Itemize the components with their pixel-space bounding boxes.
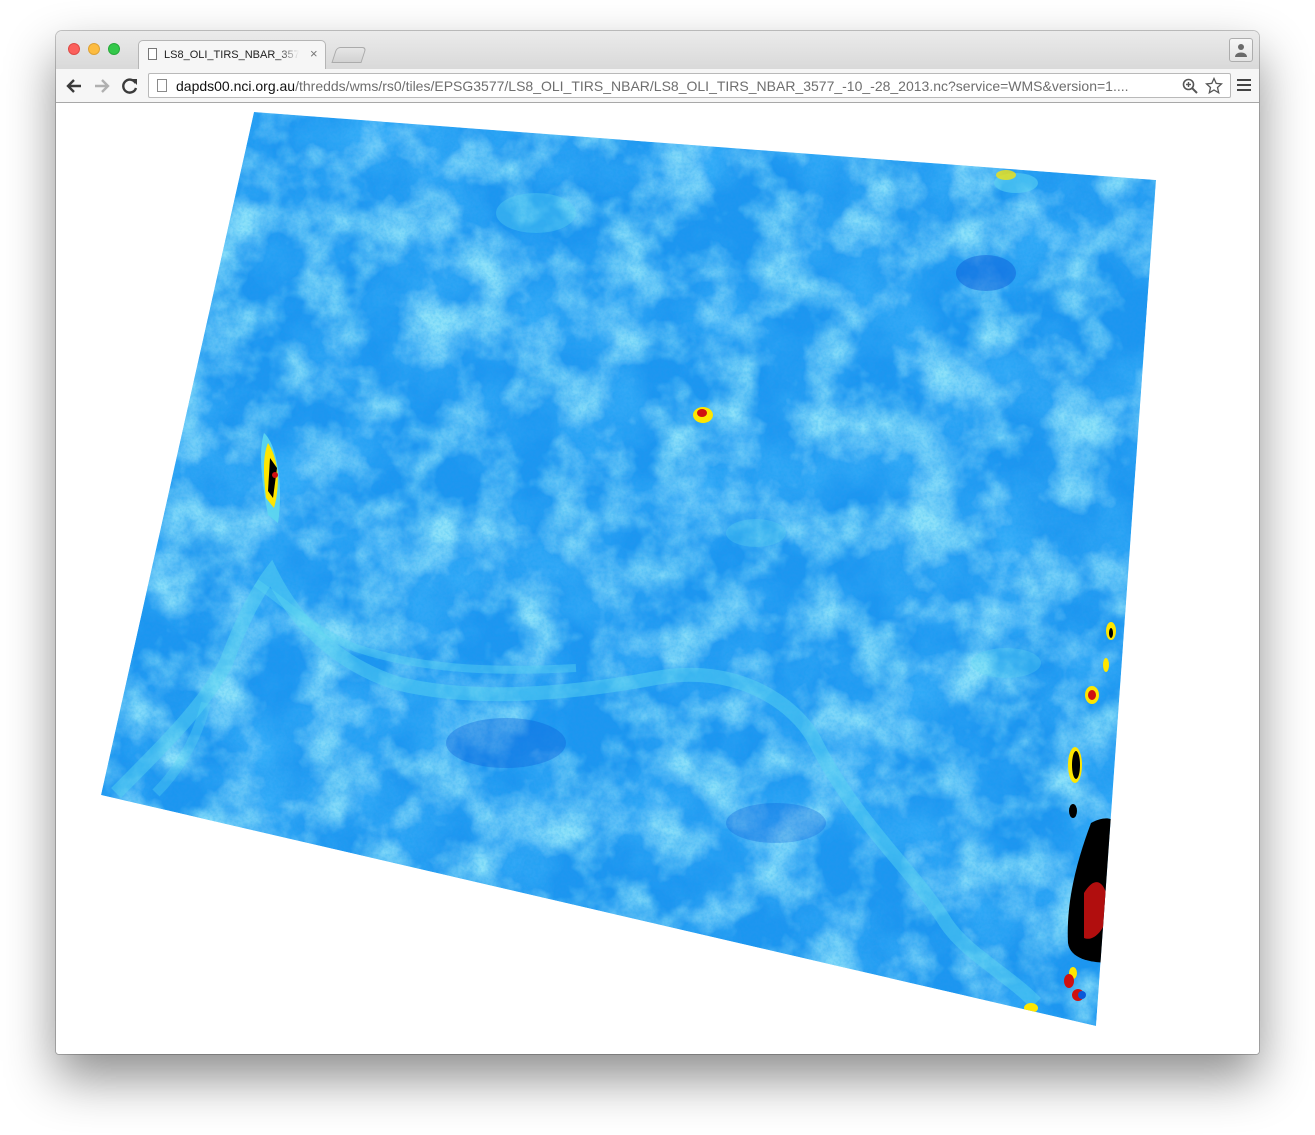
back-icon [66, 79, 81, 93]
tab-title: LS8_OLI_TIRS_NBAR_3577_-10_-28_2013.nc [164, 49, 299, 61]
reload-button[interactable] [120, 76, 140, 96]
reload-icon [122, 78, 138, 94]
page-content [56, 103, 1259, 1054]
url-path: /thredds/wms/rs0/tiles/EPSG3577/LS8_OLI_… [295, 78, 1129, 94]
bookmark-star-icon[interactable] [1205, 77, 1223, 95]
satellite-map-image [101, 112, 1156, 1026]
new-tab-button[interactable] [331, 47, 367, 63]
menu-icon[interactable] [1237, 79, 1251, 93]
tab-active[interactable]: LS8_OLI_TIRS_NBAR_3577_-10_-28_2013.nc × [138, 40, 326, 69]
url-text[interactable]: dapds00.nci.org.au/thredds/wms/rs0/tiles… [176, 78, 1166, 94]
url-host: dapds00.nci.org.au [176, 78, 296, 94]
address-bar[interactable]: dapds00.nci.org.au/thredds/wms/rs0/tiles… [148, 73, 1231, 98]
window-maximize-button[interactable] [108, 43, 120, 55]
profile-icon [1235, 44, 1247, 57]
window-close-button[interactable] [68, 43, 80, 55]
forward-button[interactable] [92, 76, 112, 96]
central-lake [693, 407, 713, 423]
satellite-scene [101, 112, 1156, 1026]
browser-toolbar: dapds00.nci.org.au/thredds/wms/rs0/tiles… [56, 69, 1259, 103]
forward-icon [95, 79, 110, 93]
window-minimize-button[interactable] [88, 43, 100, 55]
profile-button[interactable] [1229, 38, 1253, 62]
back-button[interactable] [64, 76, 84, 96]
zoom-icon[interactable] [1182, 78, 1198, 94]
browser-window: LS8_OLI_TIRS_NBAR_3577_-10_-28_2013.nc × [56, 31, 1259, 1054]
tab-strip: LS8_OLI_TIRS_NBAR_3577_-10_-28_2013.nc × [56, 31, 1259, 69]
document-icon [148, 48, 157, 60]
page-icon [157, 79, 167, 92]
tab-close-icon[interactable]: × [310, 46, 318, 61]
